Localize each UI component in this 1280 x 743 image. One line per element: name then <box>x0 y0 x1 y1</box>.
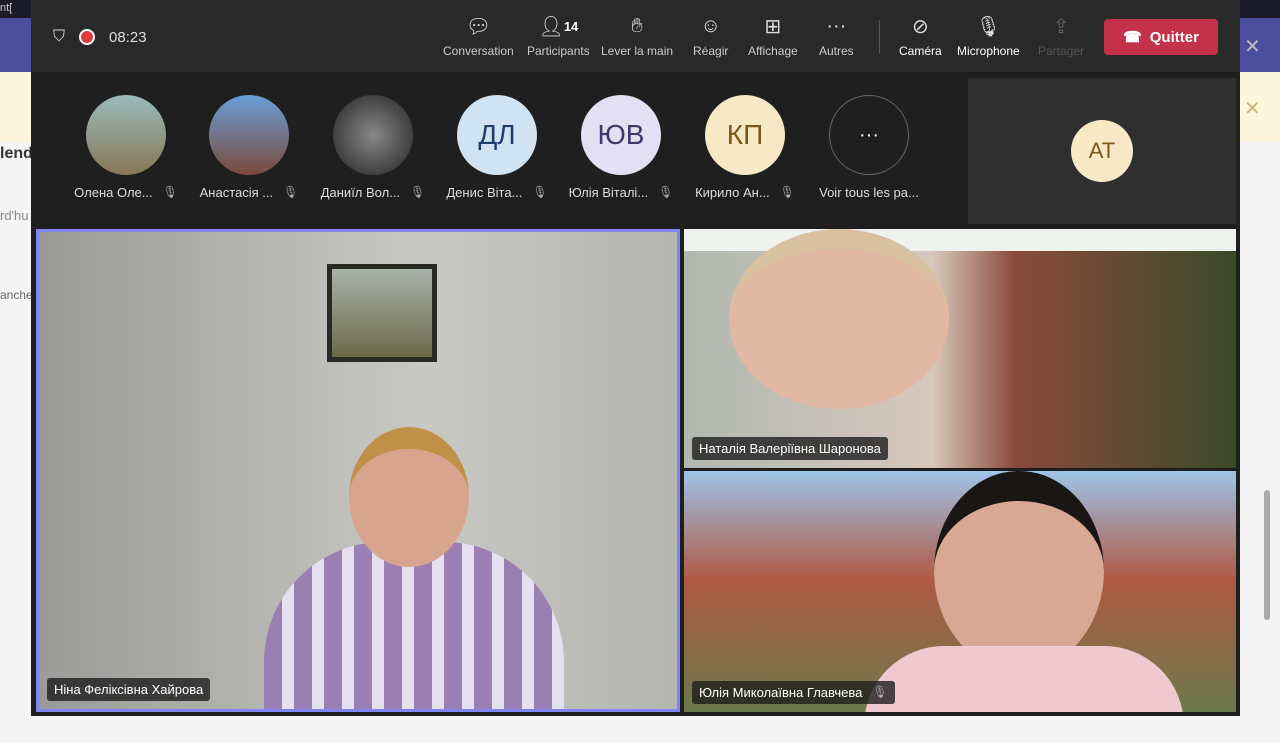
participant-name: Юлія Миколаївна Главчева <box>699 685 863 700</box>
label: Conversation <box>443 44 514 58</box>
label: Autres <box>819 44 854 58</box>
banner <box>684 229 1236 251</box>
avatar <box>86 95 166 175</box>
camera-button[interactable]: ⊘ Caméra <box>899 14 942 59</box>
video-tile-main[interactable]: Ніна Феліксівна Хайрова <box>36 229 680 712</box>
meeting-toolbar: ⛉ 08:23 💬︎ Conversation 👤︎ 14 Participants … <box>31 0 1240 72</box>
close-banner-icon[interactable]: ✕ <box>1244 96 1261 121</box>
person-head <box>934 471 1104 671</box>
participant-name: Даниїл Вол... <box>320 185 401 200</box>
label: Partager <box>1038 44 1085 58</box>
participant-tile[interactable]: ДЛ Денис Віта... 🎙︎ <box>435 95 559 200</box>
avatar: ДЛ <box>457 95 537 175</box>
mic-off-icon: 🎙︎ <box>975 15 1002 38</box>
camera-off-icon: ⊘ <box>911 15 929 38</box>
mic-off-icon: 🎙︎ <box>532 185 548 199</box>
label: Microphone <box>957 44 1020 58</box>
label: Lever la main <box>601 44 674 58</box>
more-icon: ··· <box>826 14 847 37</box>
raise-hand-button[interactable]: ✋︎ Lever la main <box>601 14 674 59</box>
leave-button[interactable]: ☎︎ Quitter <box>1104 19 1218 55</box>
avatar: ЮВ <box>581 95 661 175</box>
participant-name: Юлія Віталі... <box>568 185 649 200</box>
participant-name-label: Наталія Валеріївна Шаронова <box>692 437 888 460</box>
participant-name-label: Ніна Феліксівна Хайрова <box>47 678 211 701</box>
people-icon: 👤︎ 14 <box>538 15 579 38</box>
participant-name: Кирило Ан... <box>695 185 770 200</box>
participant-tile[interactable]: КП Кирило Ан... 🎙︎ <box>683 95 807 200</box>
participant-tile[interactable]: Анастасія ... 🎙︎ <box>187 95 311 200</box>
shield-icon: ⛉ <box>53 28 66 45</box>
mic-off-icon: 🎙︎ <box>779 185 795 199</box>
participant-name-label: Юлія Миколаївна Главчева 🎙︎ <box>692 681 895 704</box>
bg-text: rd'hu <box>0 208 29 223</box>
mic-off-icon: 🎙︎ <box>410 185 426 199</box>
participant-name: Денис Віта... <box>446 185 523 200</box>
participant-name: Наталія Валеріївна Шаронова <box>699 441 881 456</box>
person-head <box>729 229 949 409</box>
participant-name: Олена Оле... <box>74 185 153 200</box>
participant-tile[interactable]: Олена Оле... 🎙︎ <box>64 95 188 200</box>
bg-text: lend <box>0 145 33 162</box>
label: Participants <box>527 44 590 58</box>
meeting-window: ⛉ 08:23 💬︎ Conversation 👤︎ 14 Participants … <box>31 0 1240 716</box>
label: Réagir <box>693 44 729 58</box>
person-body <box>864 646 1184 712</box>
share-button[interactable]: ⇪ Partager <box>1038 14 1085 59</box>
person-head <box>349 427 469 567</box>
microphone-button[interactable]: 🎙︎ Microphone <box>957 14 1020 59</box>
label: Caméra <box>899 44 942 58</box>
see-all-participants[interactable]: ··· Voir tous les pa... <box>807 95 931 200</box>
hand-icon: ✋︎ <box>631 14 643 37</box>
person-body <box>264 542 564 709</box>
more-button[interactable]: ··· Autres <box>819 14 854 59</box>
mic-off-icon: 🎙︎ <box>162 185 178 199</box>
grid-icon: ⊞ <box>764 15 782 38</box>
participants-button[interactable]: 👤︎ 14 Participants <box>527 14 590 59</box>
smiley-icon: ☺ <box>700 14 721 37</box>
divider <box>879 20 880 54</box>
label: Quitter <box>1149 28 1199 46</box>
video-tile[interactable]: Юлія Миколаївна Главчева 🎙︎ <box>684 471 1236 712</box>
label: Affichage <box>748 44 798 58</box>
painting <box>327 264 437 362</box>
meeting-timer: 08:23 <box>109 28 147 46</box>
react-button[interactable]: ☺ Réagir <box>693 14 729 59</box>
bg-text: nt[ <box>0 2 13 14</box>
share-icon: ⇪ <box>1052 15 1070 38</box>
participant-name: Анастасія ... <box>199 185 274 200</box>
video-tile[interactable]: Наталія Валеріївна Шаронова <box>684 229 1236 468</box>
see-all-label: Voir tous les pa... <box>819 185 919 200</box>
conversation-button[interactable]: 💬︎ Conversation <box>443 14 514 59</box>
scrollbar[interactable] <box>1264 490 1270 620</box>
mic-off-icon: 🎙︎ <box>283 185 299 199</box>
participant-tile[interactable]: ЮВ Юлія Віталі... 🎙︎ <box>559 95 683 200</box>
phone-hangup-icon: ☎︎ <box>1123 29 1142 46</box>
view-button[interactable]: ⊞ Affichage <box>748 14 798 59</box>
avatar: AT <box>1071 120 1133 182</box>
participant-tile-at[interactable]: AT <box>968 78 1236 224</box>
participant-name: Ніна Феліксівна Хайрова <box>54 682 204 697</box>
chat-icon: 💬︎ <box>465 15 492 38</box>
mic-off-icon: 🎙︎ <box>872 685 888 699</box>
close-icon[interactable]: ✕ <box>1244 34 1261 59</box>
mic-off-icon: 🎙︎ <box>658 185 674 199</box>
avatar <box>209 95 289 175</box>
avatar <box>333 95 413 175</box>
more-icon: ··· <box>829 95 909 175</box>
avatar: КП <box>705 95 785 175</box>
bg-text: anche <box>0 288 33 302</box>
recording-icon <box>79 29 96 45</box>
participant-tile[interactable]: Даниїл Вол... 🎙︎ <box>311 95 435 200</box>
participant-count: 14 <box>563 18 579 34</box>
